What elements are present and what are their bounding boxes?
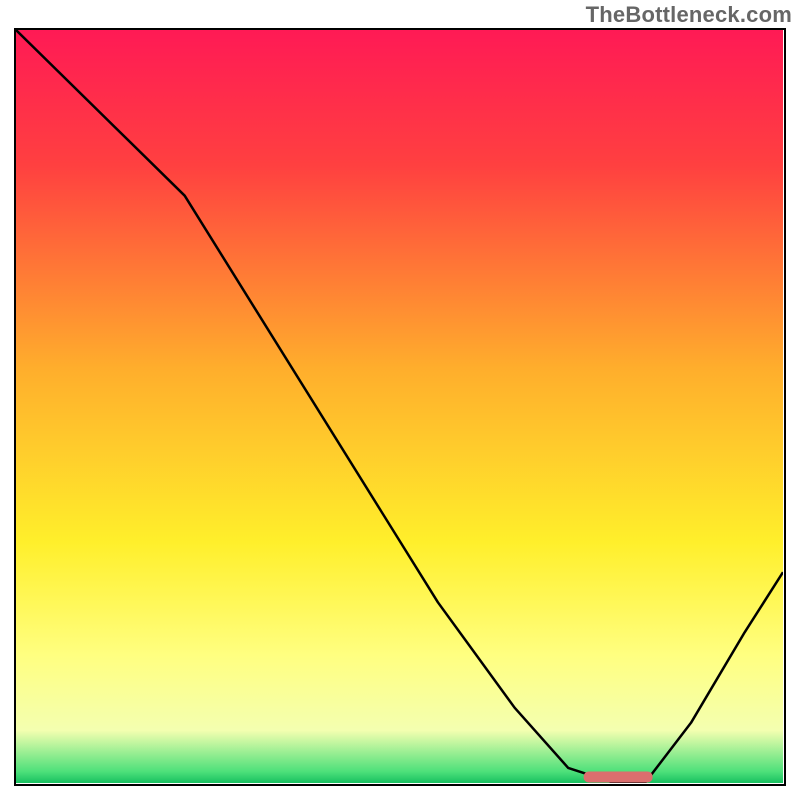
- chart-svg: [16, 30, 783, 783]
- target-marker: [584, 772, 653, 783]
- chart-container: TheBottleneck.com: [0, 0, 800, 800]
- plot-area: [14, 28, 786, 786]
- watermark-text: TheBottleneck.com: [586, 2, 792, 28]
